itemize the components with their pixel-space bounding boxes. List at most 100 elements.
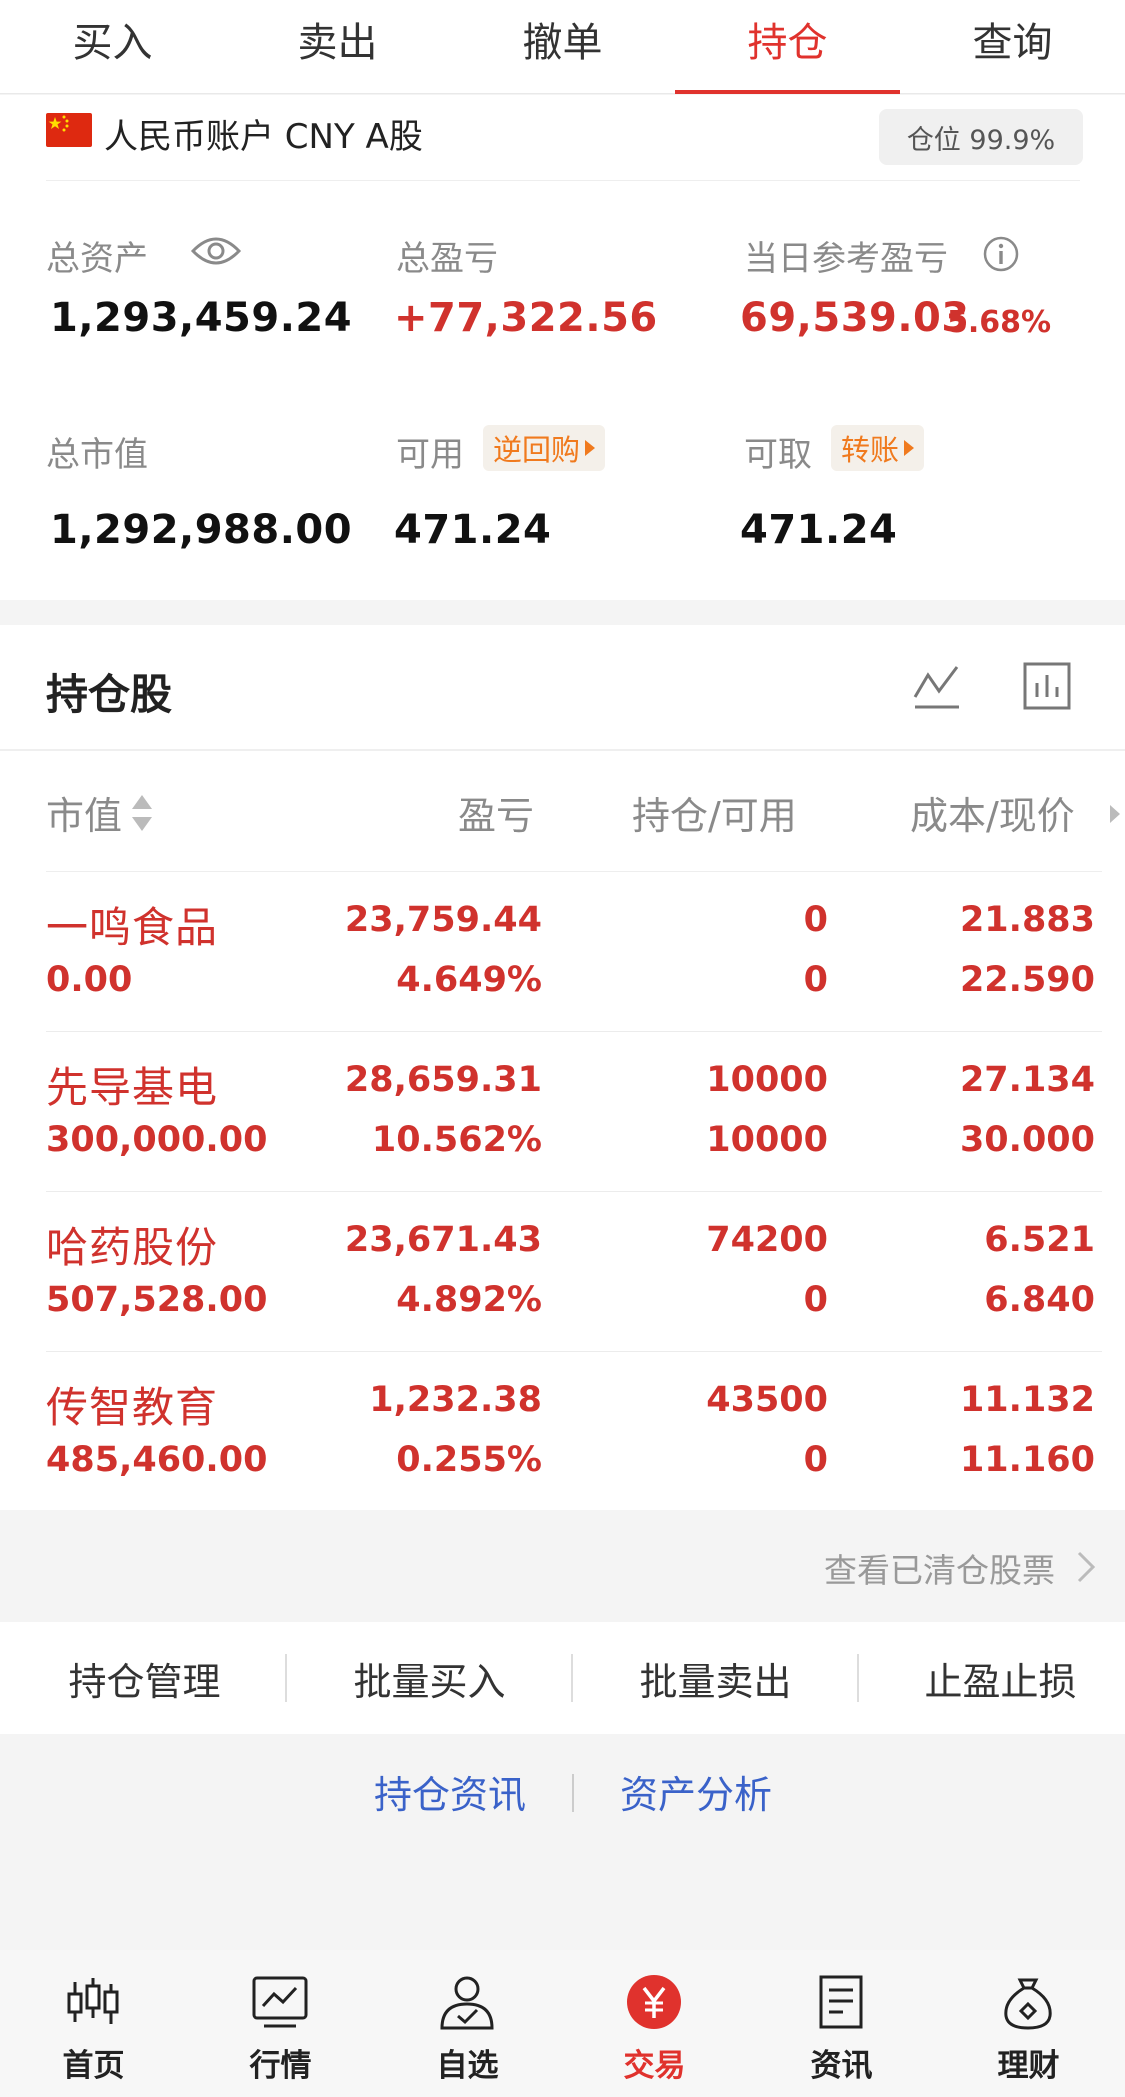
stock-pnl: 23,671.43 [344,1220,542,1260]
tab-sell-label: 卖出 [297,20,378,66]
reverse-repo-button[interactable]: 逆回购 [483,425,606,471]
line-chart-icon[interactable] [912,661,962,715]
china-flag-icon [46,113,92,147]
trade-tab-bar: 买入 卖出 撤单 持仓 查询 [0,0,1125,94]
stop-profit-loss-button[interactable]: 止盈止损 [860,1622,1125,1734]
stock-price: 11.160 [959,1440,1095,1480]
nav-news[interactable]: 资讯 [748,1950,935,2097]
stock-price: 6.840 [984,1280,1095,1320]
action-separator [285,1654,287,1702]
document-icon [819,1975,863,2029]
chart-icon [252,1976,308,2028]
sort-icon[interactable] [130,793,154,837]
batch-buy-label: 批量买入 [353,1659,506,1704]
position-row[interactable]: 先导基电 300,000.00 28,659.31 10.562% 10000 … [0,1032,1125,1192]
view-cleared-stocks-link[interactable]: 查看已清仓股票 [0,1510,1125,1622]
total-assets-value: 1,293,459.24 [50,295,353,341]
stock-holding: 0 [803,900,828,940]
bottom-nav: 首页 行情 自选 交易 资讯 理财 [0,1950,1125,2097]
total-assets-label: 总资产 [46,239,148,279]
daily-pnl-value: 69,539.03 [740,295,970,341]
stock-pnl: 1,232.38 [369,1380,542,1420]
tab-sell[interactable]: 卖出 [225,0,450,94]
tab-query-label: 查询 [972,20,1053,66]
tab-buy[interactable]: 买入 [0,0,225,94]
holdings-news-link[interactable]: 持仓资讯 [374,1764,526,1819]
play-arrow-icon [585,440,596,456]
nav-home[interactable]: 首页 [0,1950,187,2097]
nav-market[interactable]: 行情 [187,1950,374,2097]
batch-buy-button[interactable]: 批量买入 [289,1622,570,1734]
tab-holdings[interactable]: 持仓 [675,0,900,94]
available-label: 可用 [396,435,464,475]
header-market-value-label: 市值 [46,794,123,838]
total-pnl-value: +77,322.56 [394,295,658,341]
stock-available: 10000 [706,1120,828,1160]
nav-trade-label: 交易 [623,2048,686,2084]
tab-cancel-label: 撤单 [522,20,603,66]
batch-sell-button[interactable]: 批量卖出 [575,1622,856,1734]
market-value-value: 1,292,988.00 [50,507,353,553]
position-action-bar: 持仓管理 批量买入 批量卖出 止盈止损 [0,1622,1125,1734]
eye-icon[interactable] [190,231,242,275]
stock-cost: 21.883 [959,900,1095,940]
positions-panel: 持仓股 市值 盈亏 持仓/可用 成本/现价 一鸣食品 0.00 23,759.4… [0,625,1125,1512]
stock-available: 0 [803,960,828,1000]
stock-market-value: 300,000.00 [46,1120,268,1160]
batch-sell-label: 批量卖出 [639,1659,792,1704]
tab-cancel-order[interactable]: 撤单 [450,0,675,94]
position-ratio-badge: 仓位 99.9% [879,109,1083,165]
stock-holding: 10000 [706,1060,828,1100]
section-divider [0,749,1125,751]
tab-buy-label: 买入 [72,20,153,66]
position-row[interactable]: 一鸣食品 0.00 23,759.44 4.649% 0 0 21.883 22… [0,872,1125,1032]
nav-watchlist-label: 自选 [436,2048,499,2084]
stock-market-value: 507,528.00 [46,1280,268,1320]
reverse-repo-label: 逆回购 [493,433,581,467]
summary-divider [46,180,1080,181]
tab-query[interactable]: 查询 [900,0,1125,94]
stock-market-value: 485,460.00 [46,1440,268,1480]
stock-pnl: 23,759.44 [344,900,542,940]
stock-pnl-percent: 10.562% [371,1120,542,1160]
total-pnl-label: 总盈亏 [396,239,498,279]
account-summary: 人民币账户 CNY A股 仓位 99.9% 总资产 1,293,459.24 总… [0,95,1125,600]
account-name[interactable]: 人民币账户 CNY A股 [104,109,423,158]
header-holding-available: 持仓/可用 [632,794,797,838]
header-cost-price[interactable]: 成本/现价 [910,785,1075,840]
stock-pnl-percent: 0.255% [396,1440,542,1480]
header-market-value[interactable]: 市值 [46,785,122,840]
chevron-right-icon[interactable] [1108,803,1122,829]
chevron-right-icon [1075,1550,1097,1588]
withdrawable-value: 471.24 [740,507,898,553]
nav-market-label: 行情 [249,2048,312,2084]
stock-price: 22.590 [959,960,1095,1000]
nav-trade[interactable]: 交易 [561,1950,748,2097]
daily-pnl-label: 当日参考盈亏 [744,239,948,279]
stock-holding: 43500 [706,1380,828,1420]
money-bag-icon [1004,1978,1052,2030]
available-value: 471.24 [394,507,552,553]
position-management-button[interactable]: 持仓管理 [4,1622,285,1734]
stock-name: 先导基电 [46,1063,219,1112]
link-separator [572,1774,574,1812]
user-check-icon [440,1976,494,2030]
stock-pnl-percent: 4.892% [396,1280,542,1320]
bar-chart-icon[interactable] [1022,661,1072,715]
play-arrow-icon [904,440,915,456]
tab-holdings-label: 持仓 [747,20,828,66]
asset-analysis-link[interactable]: 资产分析 [620,1764,772,1819]
transfer-label: 转账 [841,433,900,467]
position-management-label: 持仓管理 [68,1659,221,1704]
position-row[interactable]: 哈药股份 507,528.00 23,671.43 4.892% 74200 0… [0,1192,1125,1352]
candlestick-icon [67,1978,119,2024]
stop-profit-loss-label: 止盈止损 [924,1659,1077,1704]
action-separator [571,1654,573,1702]
stock-cost: 6.521 [984,1220,1095,1260]
position-row[interactable]: 传智教育 485,460.00 1,232.38 0.255% 43500 0 … [0,1352,1125,1512]
view-cleared-stocks-label: 查看已清仓股票 [824,1551,1055,1590]
nav-wealth[interactable]: 理财 [935,1950,1122,2097]
nav-watchlist[interactable]: 自选 [374,1950,561,2097]
transfer-button[interactable]: 转账 [831,425,925,471]
info-icon[interactable] [982,235,1020,277]
